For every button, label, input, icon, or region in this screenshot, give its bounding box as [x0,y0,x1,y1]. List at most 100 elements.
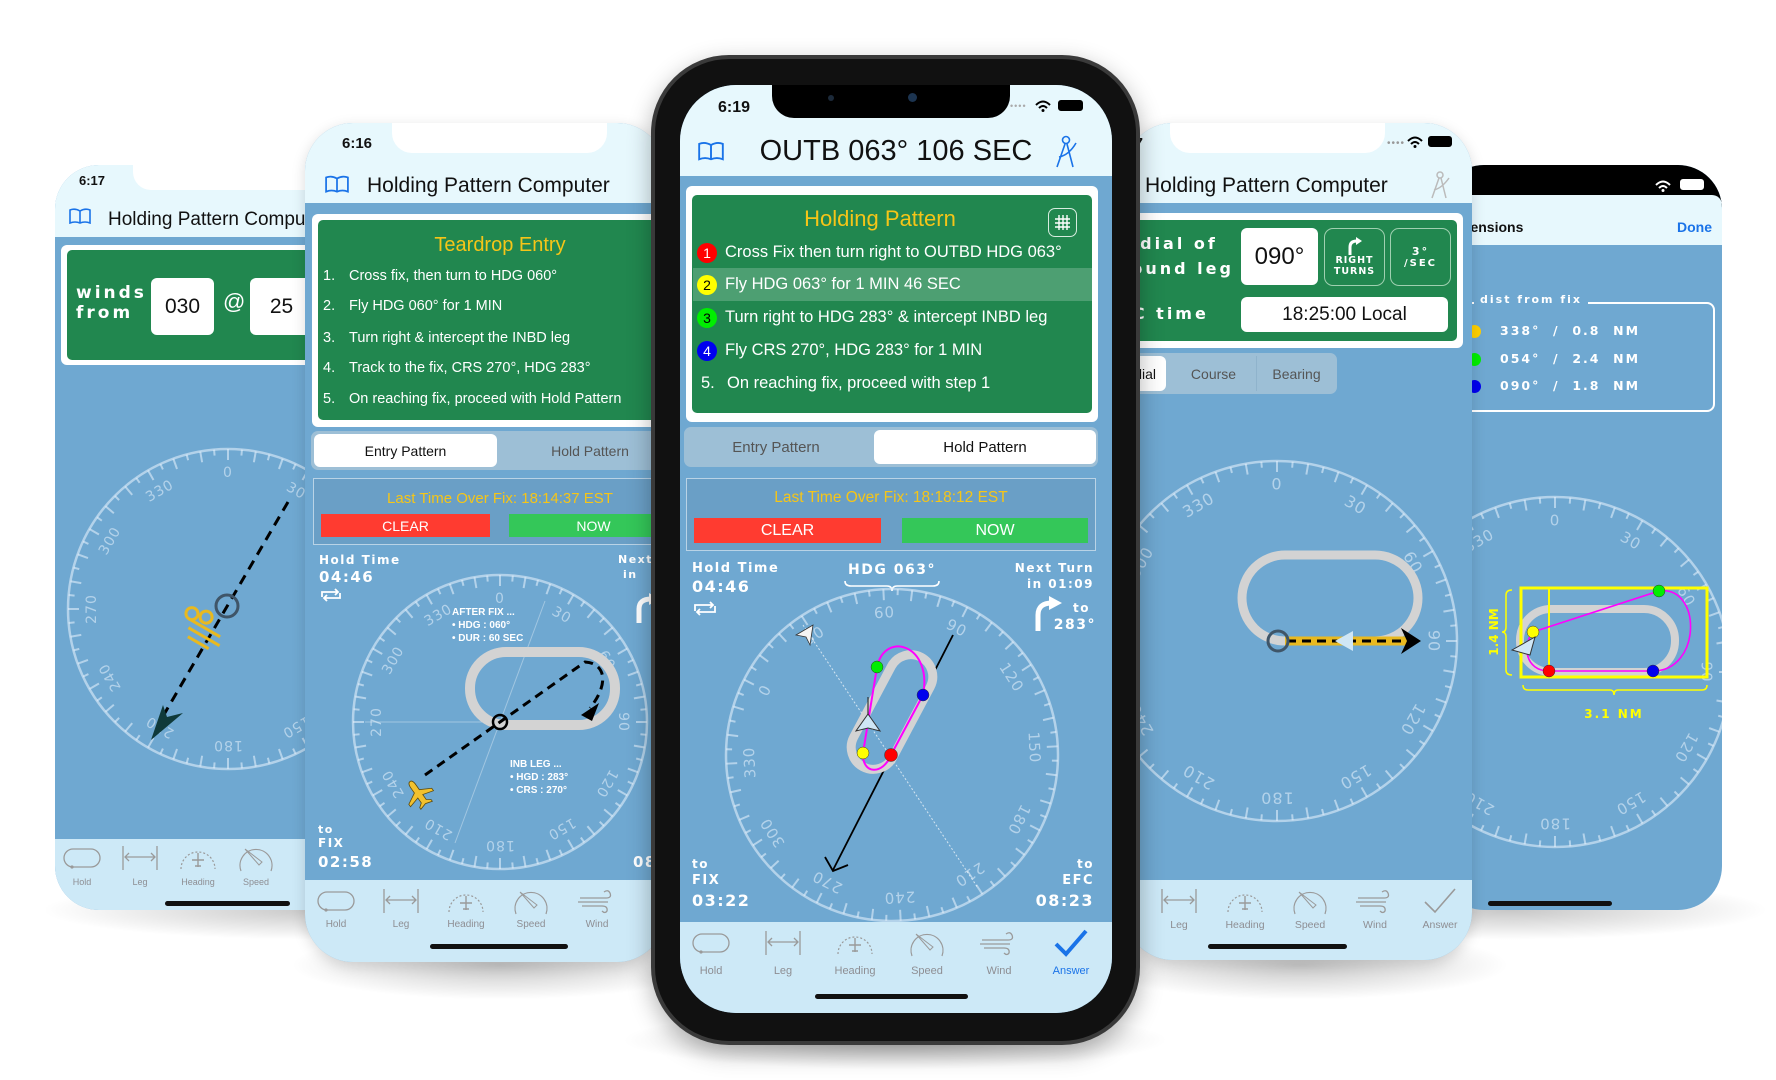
compass-tick [1450,624,1457,627]
compass-tick [386,808,397,818]
tab-wind[interactable]: Wind [978,928,1020,977]
tab-leg[interactable]: Leg [380,886,422,930]
tab-speed[interactable]: Speed [1289,886,1331,931]
compass-label: 30 [1341,491,1370,519]
compass-label: 180 [1260,789,1294,808]
compass-tick [199,451,204,463]
step-text: Turn right to HDG 283° & intercept INBD … [725,308,1048,326]
compass-tick [1610,507,1616,519]
tab-label: Leg [1170,919,1188,931]
compass-tick [77,659,89,665]
compass-label: 300 [379,644,408,678]
step-number: 1. [323,268,336,284]
compass-label: 330 [1179,488,1218,521]
compass-tick [640,733,647,736]
compass-tick [1538,840,1542,847]
tab-heading[interactable]: Heading [177,843,219,887]
step-number: 4. [323,360,336,376]
compass-tick [909,590,914,602]
efc-label: EFC [1062,873,1094,888]
tab-wind[interactable]: Wind [576,886,618,930]
compass-tick [598,820,605,827]
tab-heading[interactable]: Heading [834,928,876,977]
tab-wind[interactable]: Wind [1354,886,1396,931]
compass-tick [1717,626,1722,630]
compass-tick [1045,772,1057,777]
tab-label: Heading [1225,919,1265,931]
speed-tab-icon [514,891,548,915]
tab-heading[interactable]: Heading [1224,886,1266,931]
compass-tick [1349,477,1354,484]
tab-leg[interactable]: Leg [119,843,161,887]
to-fix-time: 03:22 [692,891,751,910]
compass-tick [760,852,767,858]
tab-hold[interactable]: Hold [61,843,103,887]
hold-step: 3 Turn right to HDG 283° & intercept INBD… [693,301,1094,334]
compass-tick [1636,813,1644,825]
aircraft-icon [1335,631,1353,651]
entry-step: 1. Cross fix, then turn to HDG 060° [323,264,659,288]
tab-speed[interactable]: Speed [510,886,552,930]
compass-tick [1651,528,1657,535]
home-indicator [1208,944,1347,949]
compass-label: 330 [422,601,456,630]
compass-tick [436,588,442,595]
distance-value: 338° / 0.8 NM [1500,323,1641,338]
compass-tick [727,733,739,738]
compass-tick [558,588,564,595]
compass-tick [147,737,155,749]
tab-leg[interactable]: Leg [1158,886,1200,931]
compass-tick [1200,477,1205,484]
compass-label: 90 [615,712,631,732]
compass-tick [966,895,971,903]
tab-label: Wind [986,965,1012,977]
compass-tick [1692,570,1699,576]
compass-tick [727,776,734,780]
tab-heading[interactable]: Heading [445,886,487,930]
compass-tick [252,451,257,463]
compass-tick [1172,782,1179,790]
tab-hold[interactable]: Hold [315,886,357,930]
width-brace [1522,684,1708,696]
compass-tick [1625,824,1630,832]
tab-answer[interactable]: Answer [1050,928,1092,977]
tab-label: Leg [392,919,410,930]
compass-tick [1260,461,1263,468]
compass-tick [1214,471,1221,483]
tab-speed[interactable]: Speed [235,843,277,887]
green-point [1652,584,1666,598]
compass-tick [366,658,373,664]
hold-step: 1 Cross Fix then turn right to OUTBD HDG … [693,236,1094,269]
red-point [1542,664,1556,678]
tab-answer[interactable]: Answer [1419,886,1461,931]
compass-tick [1480,512,1485,520]
compass-tick [395,617,402,624]
compass-tick [1029,824,1041,832]
compass-tick [633,744,645,749]
compass-tick [114,495,120,501]
hold-tab-icon [63,848,101,869]
compass-tick [1480,824,1485,832]
compass-tick [1046,745,1058,748]
compass-tick [70,580,82,585]
compass-tick [815,892,823,904]
tab-hold[interactable]: Hold [690,928,732,977]
wind-tab-icon [578,890,612,914]
speed-tab-icon [910,933,944,957]
compass-tick [1610,825,1616,837]
compass-tick [545,583,552,595]
tab-leg[interactable]: Leg [762,928,804,977]
compass-label: 30 [549,604,574,628]
step-text: Fly HDG 063° for 1 MIN 46 SEC [725,275,961,293]
compass-tick [82,673,89,678]
compass-tick [104,704,115,713]
compass-label: 180 [485,837,515,853]
compass-tick [1384,769,1394,780]
compass-tick [366,780,373,786]
compass-tick [789,623,795,630]
tab-speed[interactable]: Speed [906,928,948,977]
compass-tick [1015,847,1026,856]
tab-label: Heading [181,877,215,887]
to-fix-time: 02:58 [318,853,374,871]
tab-label: Speed [242,877,270,887]
